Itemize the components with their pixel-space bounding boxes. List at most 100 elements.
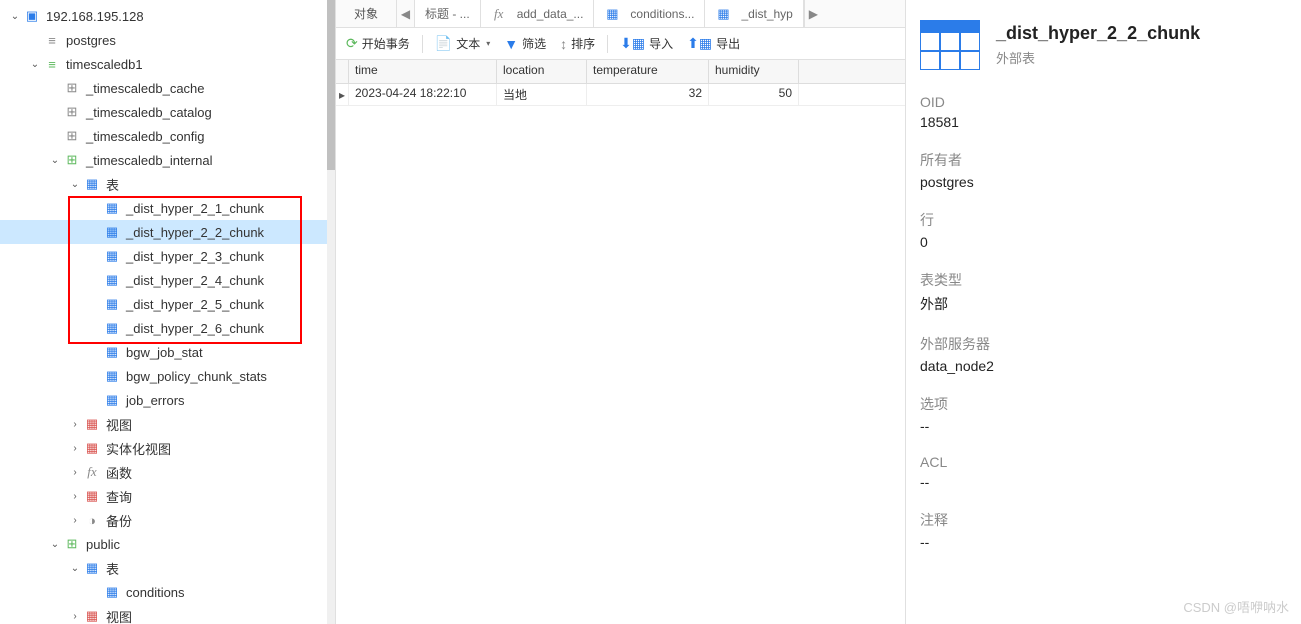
prop-rows: 行 0 xyxy=(920,210,1287,250)
tree-db-timescale[interactable]: ⌄ ≡ timescaledb1 xyxy=(0,52,335,76)
tab-dist-hyper[interactable]: ▦ _dist_hyp xyxy=(705,0,803,27)
folder-label: 实体化视图 xyxy=(106,439,171,458)
tree-table-chunk[interactable]: ▦ _dist_hyper_2_2_chunk xyxy=(0,220,335,244)
schema-icon: ⊞ xyxy=(64,536,80,552)
inspector-panel: _dist_hyper_2_2_chunk 外部表 OID 18581 所有者 … xyxy=(906,0,1301,624)
tree-folder-public-views[interactable]: › ▦ 视图 xyxy=(0,604,335,624)
filter-button[interactable]: ▼ 筛选 xyxy=(498,32,552,55)
table-icon: ▦ xyxy=(104,368,120,384)
chevron-down-icon[interactable]: ⌄ xyxy=(28,57,42,71)
schema-label: _timescaledb_catalog xyxy=(86,105,212,120)
tree-server[interactable]: ⌄ ▣ 192.168.195.128 xyxy=(0,4,335,28)
cell-humidity[interactable]: 50 xyxy=(709,84,799,105)
function-icon: fx xyxy=(84,464,100,480)
tree-folder-functions[interactable]: › fx 函数 xyxy=(0,460,335,484)
sidebar-tree[interactable]: ⌄ ▣ 192.168.195.128 ≡ postgres ⌄ ≡ times… xyxy=(0,0,336,624)
tree-folder-views[interactable]: › ▦ 视图 xyxy=(0,412,335,436)
tree-schema-catalog[interactable]: ⊞ _timescaledb_catalog xyxy=(0,100,335,124)
separator xyxy=(607,35,608,53)
tab-title[interactable]: 标题 - ... xyxy=(414,0,481,27)
database-icon: ≡ xyxy=(44,32,60,48)
table-folder-icon: ▦ xyxy=(84,176,100,192)
chevron-down-icon[interactable]: ⌄ xyxy=(68,177,82,191)
schema-icon: ⊞ xyxy=(64,128,80,144)
tree-schema-cache[interactable]: ⊞ _timescaledb_cache xyxy=(0,76,335,100)
tree-table-chunk[interactable]: ▦ _dist_hyper_2_1_chunk xyxy=(0,196,335,220)
tab-prev[interactable]: ◀ xyxy=(396,0,414,27)
server-label: 192.168.195.128 xyxy=(46,9,144,24)
col-header-temperature[interactable]: temperature xyxy=(587,60,709,83)
tree-table-chunk[interactable]: ▦ _dist_hyper_2_3_chunk xyxy=(0,244,335,268)
tree-table-bgw-job-stat[interactable]: ▦ bgw_job_stat xyxy=(0,340,335,364)
table-label: _dist_hyper_2_6_chunk xyxy=(126,321,264,336)
col-header-location[interactable]: location xyxy=(497,60,587,83)
chevron-down-icon[interactable]: ⌄ xyxy=(48,153,62,167)
chevron-right-icon[interactable]: › xyxy=(68,489,82,503)
export-button[interactable]: ⬆▦ 导出 xyxy=(681,32,746,55)
tree-table-chunk[interactable]: ▦ _dist_hyper_2_5_chunk xyxy=(0,292,335,316)
tree-table-job-errors[interactable]: ▦ job_errors xyxy=(0,388,335,412)
col-header-time[interactable]: time xyxy=(349,60,497,83)
tree-table-chunk[interactable]: ▦ _dist_hyper_2_4_chunk xyxy=(0,268,335,292)
tree-table-bgw-policy[interactable]: ▦ bgw_policy_chunk_stats xyxy=(0,364,335,388)
toolbar: ⟳ 开始事务 📄 文本 ▾ ▼ 筛选 ↕ 排序 ⬇▦ 导入 ⬆▦ 导出 xyxy=(336,28,905,60)
data-grid[interactable]: time location temperature humidity ▸ 202… xyxy=(336,60,905,624)
tree-table-chunk[interactable]: ▦ _dist_hyper_2_6_chunk xyxy=(0,316,335,340)
table-label: _dist_hyper_2_1_chunk xyxy=(126,201,264,216)
tree-folder-matviews[interactable]: › ▦ 实体化视图 xyxy=(0,436,335,460)
cell-location[interactable]: 当地 xyxy=(497,84,587,105)
tree-schema-public[interactable]: ⌄ ⊞ public xyxy=(0,532,335,556)
tab-object[interactable]: 对象 xyxy=(336,0,396,27)
folder-label: 备份 xyxy=(106,511,132,530)
tree-table-conditions[interactable]: ▦ conditions xyxy=(0,580,335,604)
tab-next[interactable]: ▶ xyxy=(804,0,822,27)
inspector-subtitle: 外部表 xyxy=(996,48,1200,67)
chevron-down-icon[interactable]: ⌄ xyxy=(68,561,82,575)
tab-add-data[interactable]: fx add_data_... xyxy=(481,0,595,27)
table-label: job_errors xyxy=(126,393,185,408)
text-mode-button[interactable]: 📄 文本 ▾ xyxy=(429,32,496,55)
col-header-humidity[interactable]: humidity xyxy=(709,60,799,83)
scrollbar-thumb[interactable] xyxy=(327,0,335,170)
chevron-right-icon[interactable]: › xyxy=(68,441,82,455)
chevron-down-icon: ▾ xyxy=(486,39,490,48)
table-label: _dist_hyper_2_5_chunk xyxy=(126,297,264,312)
tree-schema-config[interactable]: ⊞ _timescaledb_config xyxy=(0,124,335,148)
filter-icon: ▼ xyxy=(504,36,518,52)
schema-label: _timescaledb_config xyxy=(86,129,205,144)
tree-folder-backup[interactable]: › ◑ 备份 xyxy=(0,508,335,532)
tab-conditions[interactable]: ▦ conditions... xyxy=(594,0,705,27)
chevron-right-icon[interactable]: › xyxy=(68,513,82,527)
sort-button[interactable]: ↕ 排序 xyxy=(554,32,601,55)
chevron-right-icon[interactable]: › xyxy=(68,465,82,479)
tree-db-postgres[interactable]: ≡ postgres xyxy=(0,28,335,52)
cell-temperature[interactable]: 32 xyxy=(587,84,709,105)
row-indicator-header xyxy=(336,60,349,83)
prop-table-type: 表类型 外部 xyxy=(920,270,1287,314)
tree-schema-internal[interactable]: ⌄ ⊞ _timescaledb_internal xyxy=(0,148,335,172)
begin-transaction-button[interactable]: ⟳ 开始事务 xyxy=(340,32,416,55)
tree-folder-queries[interactable]: › ▦ 查询 xyxy=(0,484,335,508)
table-icon: ▦ xyxy=(104,200,120,216)
schema-label: public xyxy=(86,537,120,552)
chevron-right-icon[interactable]: › xyxy=(68,417,82,431)
folder-label: 视图 xyxy=(106,607,132,624)
prop-comment: 注释 -- xyxy=(920,510,1287,550)
scrollbar[interactable] xyxy=(327,0,335,624)
chevron-right-icon[interactable]: › xyxy=(68,609,82,623)
prop-acl: ACL -- xyxy=(920,454,1287,490)
tree-folder-public-tables[interactable]: ⌄ ▦ 表 xyxy=(0,556,335,580)
import-icon: ⬇▦ xyxy=(620,35,645,52)
sort-icon: ↕ xyxy=(560,36,567,52)
import-button[interactable]: ⬇▦ 导入 xyxy=(614,32,679,55)
backup-icon: ◑ xyxy=(84,512,100,528)
table-row[interactable]: ▸ 2023-04-24 18:22:10 当地 32 50 xyxy=(336,84,905,106)
table-label: bgw_policy_chunk_stats xyxy=(126,369,267,384)
chevron-down-icon[interactable]: ⌄ xyxy=(48,537,62,551)
tab-bar: 对象 ◀ 标题 - ... fx add_data_... ▦ conditio… xyxy=(336,0,905,28)
schema-icon: ⊞ xyxy=(64,152,80,168)
tree-folder-tables[interactable]: ⌄ ▦ 表 xyxy=(0,172,335,196)
cell-time[interactable]: 2023-04-24 18:22:10 xyxy=(349,84,497,105)
prop-owner: 所有者 postgres xyxy=(920,150,1287,190)
chevron-down-icon[interactable]: ⌄ xyxy=(8,9,22,23)
